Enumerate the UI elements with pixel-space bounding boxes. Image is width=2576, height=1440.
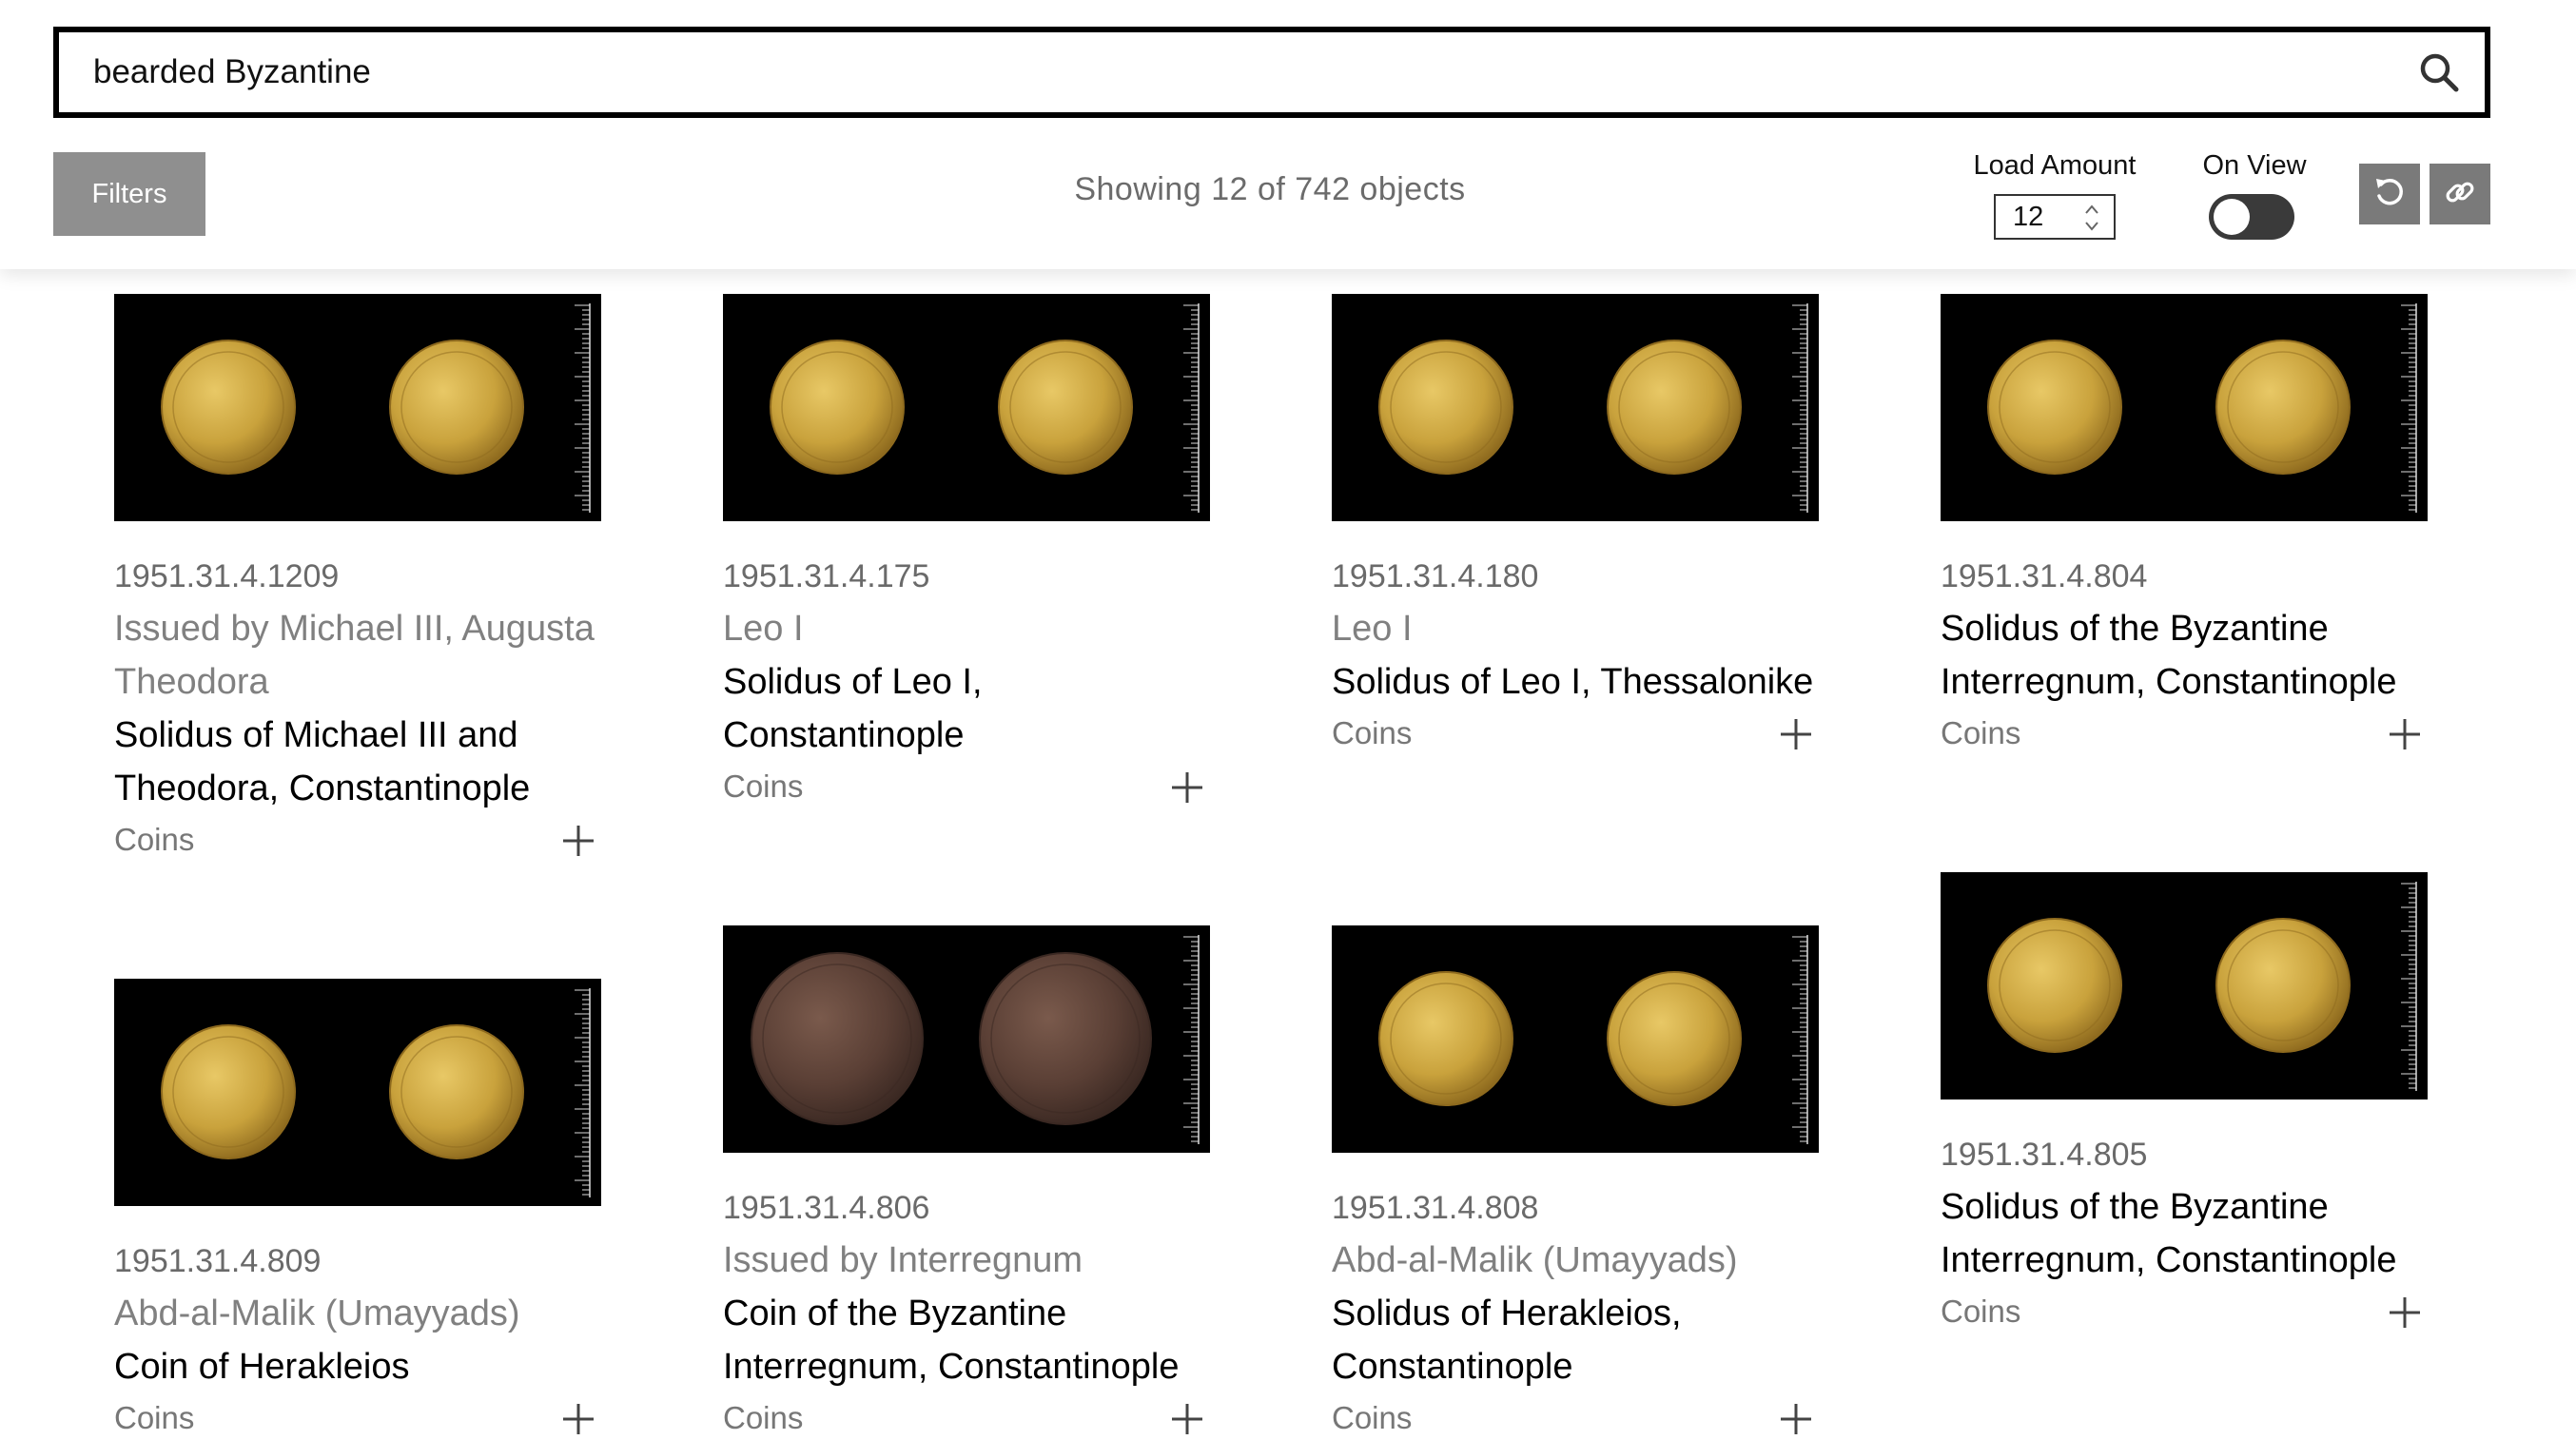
search-icon[interactable] [2418,51,2460,93]
coin-thumbnail[interactable] [1332,294,1819,521]
toggle-knob [2214,199,2250,235]
object-title[interactable]: Coin of Herakleios [114,1340,601,1393]
plus-icon[interactable] [1170,769,1204,804]
coin-obverse [1378,971,1513,1106]
object-title[interactable]: Solidus of Leo I, Constantinople [723,655,1210,762]
accession-number: 1951.31.4.1209 [114,558,340,594]
accession-number: 1951.31.4.175 [723,558,930,594]
coin-reverse [389,340,524,475]
object-title[interactable]: Solidus of Leo I, Thessalonike [1332,655,1819,709]
coin-obverse [161,340,296,475]
coin-obverse [751,952,924,1125]
object-maker: Abd-al-Malik (Umayyads) [114,1294,520,1333]
plus-icon[interactable] [2388,716,2422,750]
scale-ruler [1183,303,1200,513]
scale-ruler [575,988,591,1197]
load-amount-stepper[interactable]: 12 [1994,194,2116,240]
scale-ruler [2401,882,2417,1091]
accession-number: 1951.31.4.806 [723,1190,930,1226]
accession-number: 1951.31.4.808 [1332,1190,1539,1226]
scale-ruler [2401,303,2417,513]
on-view-label: On View [2202,150,2307,181]
coin-obverse [161,1024,296,1159]
object-classification: Coins [1941,1294,2021,1329]
search-toolbar: Filters Showing 12 of 742 objects Load A… [0,0,2576,269]
object-title[interactable]: Solidus of Herakleios, Constantinople [1332,1287,1819,1393]
plus-icon[interactable] [561,1401,595,1435]
plus-icon[interactable] [1779,716,1813,750]
coin-thumbnail[interactable] [1941,872,2428,1099]
coin-reverse [2215,918,2351,1053]
object-maker: Leo I [1332,609,1413,649]
object-title[interactable]: Solidus of the Byzantine Interregnum, Co… [1941,1180,2428,1287]
object-maker: Leo I [723,609,804,649]
search-input[interactable] [93,32,2376,112]
coin-obverse [1987,918,2122,1053]
accession-number: 1951.31.4.804 [1941,558,2148,594]
accession-number: 1951.31.4.180 [1332,558,1539,594]
coin-obverse [1378,340,1513,475]
on-view-toggle[interactable] [2209,194,2294,240]
coin-thumbnail[interactable] [114,979,601,1206]
reset-button[interactable] [2359,164,2420,224]
object-maker: Issued by Interregnum [723,1240,1083,1280]
coin-thumbnail[interactable] [723,294,1210,521]
plus-icon[interactable] [1779,1401,1813,1435]
scale-ruler [575,303,591,513]
coin-thumbnail[interactable] [723,925,1210,1153]
plus-icon[interactable] [1170,1401,1204,1435]
object-classification: Coins [723,1400,804,1435]
object-maker: Abd-al-Malik (Umayyads) [1332,1240,1738,1280]
search-bar [53,27,2490,118]
coin-obverse [1987,340,2122,475]
coin-reverse [2215,340,2351,475]
object-classification: Coins [1941,715,2021,750]
stepper-arrows-icon[interactable] [2083,202,2100,234]
scale-ruler [1183,935,1200,1144]
coin-obverse [770,340,905,475]
object-title[interactable]: Solidus of Michael III and Theodora, Con… [114,709,601,815]
object-title[interactable]: Coin of the Byzantine Interregnum, Const… [723,1287,1210,1393]
coin-thumbnail[interactable] [114,294,601,521]
object-classification: Coins [114,1400,195,1435]
copy-link-button[interactable] [2430,164,2490,224]
accession-number: 1951.31.4.809 [114,1243,322,1279]
link-icon [2441,173,2479,216]
coin-reverse [1607,971,1742,1106]
plus-icon[interactable] [561,823,595,857]
object-classification: Coins [114,822,195,857]
object-classification: Coins [1332,1400,1413,1435]
plus-icon[interactable] [2388,1294,2422,1329]
coin-reverse [1607,340,1742,475]
load-amount-label: Load Amount [1973,150,2137,181]
accession-number: 1951.31.4.805 [1941,1137,2148,1173]
results-count: Showing 12 of 742 objects [1074,171,1466,207]
coin-reverse [389,1024,524,1159]
coin-reverse [979,952,1152,1125]
reset-icon [2371,173,2409,216]
filters-button[interactable]: Filters [53,152,205,236]
object-classification: Coins [723,769,804,804]
coin-thumbnail[interactable] [1332,925,1819,1153]
object-classification: Coins [1332,715,1413,750]
coin-reverse [998,340,1133,475]
coin-thumbnail[interactable] [1941,294,2428,521]
scale-ruler [1792,303,1808,513]
object-title[interactable]: Solidus of the Byzantine Interregnum, Co… [1941,602,2428,709]
load-amount-value: 12 [2013,202,2044,232]
scale-ruler [1792,935,1808,1144]
object-maker: Issued by Michael III, Augusta Theodora [114,609,595,702]
